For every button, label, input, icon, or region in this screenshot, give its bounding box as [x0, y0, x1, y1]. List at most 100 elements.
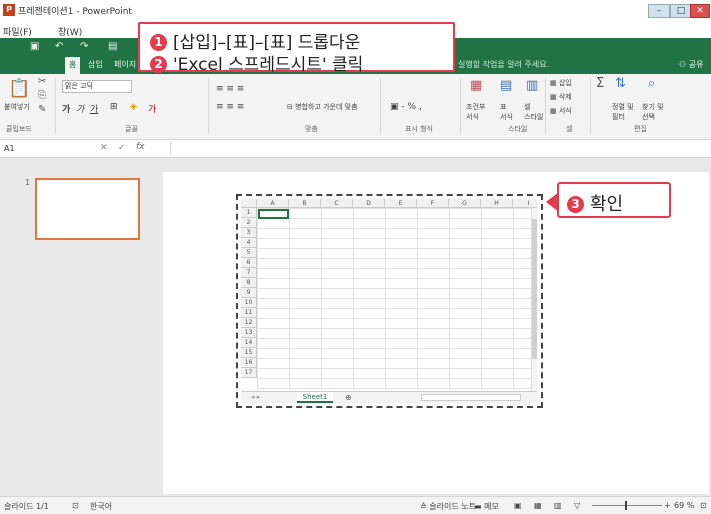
horizontal-scrollbar[interactable] — [421, 394, 521, 401]
row-header[interactable]: 12 — [241, 318, 257, 328]
row-header[interactable]: 10 — [241, 298, 257, 308]
delete-cells-button[interactable]: ▦ 삭제 — [550, 92, 572, 102]
paste-icon[interactable]: 📋 — [8, 78, 30, 99]
copy-icon[interactable]: ⎘ — [38, 90, 46, 101]
table-format-icon[interactable]: ▤ — [500, 78, 512, 93]
redo-icon[interactable]: ↷ — [80, 41, 88, 52]
row-header[interactable]: 7 — [241, 268, 257, 278]
column-header[interactable]: B — [289, 199, 321, 208]
column-header[interactable]: G — [449, 199, 481, 208]
row-header[interactable]: 13 — [241, 328, 257, 338]
cut-icon[interactable]: ✂ — [38, 76, 46, 87]
normal-view-icon[interactable]: ▣ — [514, 501, 522, 510]
row-header[interactable]: 15 — [241, 348, 257, 358]
vertical-scroll-thumb[interactable] — [532, 219, 537, 359]
zoom-level[interactable]: 69 % — [674, 501, 694, 510]
row-header[interactable]: 6 — [241, 258, 257, 268]
autosum-icon[interactable]: Σ — [596, 76, 604, 91]
save-icon[interactable]: ▣ — [30, 41, 39, 52]
fit-slide-icon[interactable]: ⊡ — [700, 501, 707, 510]
sheet-tab-sheet1[interactable]: Sheet1 — [297, 392, 333, 403]
row-header[interactable]: 17 — [241, 368, 257, 378]
name-box[interactable]: A1 — [4, 142, 84, 155]
zoom-slider[interactable] — [592, 505, 662, 506]
paste-label[interactable]: 붙여넣기 — [4, 102, 30, 112]
share-button[interactable]: ⚇ 공유 — [679, 59, 703, 70]
notes-button[interactable]: ≙ 슬라이드 노트 — [420, 501, 476, 512]
align-bottom-icons[interactable]: ≡ ≡ ≡ — [216, 102, 244, 112]
column-header[interactable]: H — [481, 199, 513, 208]
tell-me-box[interactable]: 실행할 작업을 알려 주세요. — [458, 59, 549, 70]
column-header[interactable]: D — [353, 199, 385, 208]
row-header[interactable]: 9 — [241, 288, 257, 298]
language[interactable]: 한국어 — [90, 501, 112, 512]
group-cells: 셀 — [566, 125, 573, 133]
cell-grid[interactable] — [257, 208, 531, 390]
minimize-button[interactable]: – — [648, 4, 670, 18]
row-header[interactable]: 14 — [241, 338, 257, 348]
slide-thumbnail[interactable] — [35, 178, 140, 240]
table-format-label[interactable]: 표 서식 — [500, 102, 513, 122]
present-icon[interactable]: ▤ — [108, 41, 117, 52]
enter-icon[interactable]: ✓ — [118, 143, 126, 153]
italic-icon[interactable]: 가 — [76, 102, 84, 115]
align-icons[interactable]: ≡ ≡ ≡ — [216, 84, 244, 94]
close-button[interactable]: ✕ — [690, 4, 710, 18]
sort-filter-label[interactable]: 정렬 및 필터 — [612, 102, 634, 122]
merge-center-button[interactable]: ⊟ 병합하고 가운데 맞춤 — [287, 102, 358, 112]
conditional-format-icon[interactable]: ▦ — [470, 78, 482, 93]
font-name-select[interactable]: 맑은 고딕 — [62, 80, 132, 93]
find-select-label[interactable]: 찾기 및 선택 — [642, 102, 664, 122]
underline-icon[interactable]: 가 — [90, 102, 98, 115]
row-header[interactable]: 1 — [241, 208, 257, 218]
row-header[interactable]: 5 — [241, 248, 257, 258]
font-color-icon[interactable]: 가 — [148, 102, 156, 115]
column-header[interactable]: I — [513, 199, 537, 208]
fx-icon[interactable]: fx — [136, 142, 145, 152]
row-header[interactable]: 16 — [241, 358, 257, 368]
row-header[interactable]: 4 — [241, 238, 257, 248]
cancel-icon[interactable]: ✕ — [100, 143, 108, 153]
cell-style-icon[interactable]: ▥ — [526, 78, 538, 93]
row-header[interactable]: 11 — [241, 308, 257, 318]
sort-filter-icon[interactable]: ⇅ — [615, 76, 626, 91]
zoom-in-icon[interactable]: + — [664, 501, 671, 510]
share-label: 공유 — [688, 60, 704, 69]
add-sheet-icon[interactable]: ⊕ — [345, 392, 352, 403]
menu-window[interactable]: 창(W) — [58, 25, 82, 38]
tab-page[interactable]: 페이지 — [114, 59, 136, 70]
spellcheck-icon[interactable]: ⊡ — [72, 501, 79, 510]
menu-file[interactable]: 파일(F) — [3, 25, 32, 38]
bold-icon[interactable]: 가 — [62, 102, 70, 115]
tab-home[interactable]: 홈 — [65, 57, 81, 74]
column-header[interactable]: F — [417, 199, 449, 208]
find-select-icon[interactable]: ⌕ — [648, 76, 655, 91]
conditional-format-label[interactable]: 조건부 서식 — [466, 102, 485, 122]
sheet-nav-icons[interactable]: ◂ ▸ — [251, 393, 260, 401]
insert-cells-button[interactable]: ▦ 삽입 — [550, 78, 572, 88]
slideshow-icon[interactable]: ▽ — [574, 501, 580, 510]
slide-sorter-icon[interactable]: ▦ — [534, 501, 542, 510]
column-header[interactable]: E — [385, 199, 417, 208]
format-cells-button[interactable]: ▦ 서식 — [550, 106, 572, 116]
column-header[interactable]: C — [321, 199, 353, 208]
active-cell-a1[interactable] — [258, 209, 289, 219]
maximize-button[interactable]: □ — [670, 4, 692, 18]
tab-insert[interactable]: 삽입 — [88, 59, 103, 70]
row-header[interactable]: 3 — [241, 228, 257, 238]
fill-color-icon[interactable]: ◈ — [130, 102, 137, 112]
format-painter-icon[interactable]: ✎ — [38, 104, 46, 115]
undo-icon[interactable]: ↶ — [55, 41, 63, 52]
reading-view-icon[interactable]: ▥ — [554, 501, 562, 510]
row-header[interactable]: 2 — [241, 218, 257, 228]
cell-style-label[interactable]: 셀 스타일 — [524, 102, 543, 122]
border-icon[interactable]: ⊞ — [110, 102, 118, 112]
zoom-slider-thumb[interactable] — [625, 501, 627, 510]
formula-input[interactable] — [170, 142, 700, 155]
comments-button[interactable]: ▬ 메모 — [474, 501, 499, 512]
embedded-spreadsheet[interactable]: ABCDEFGHI 1 2 3 4 5 6 7 8 9 10 11 12 13 14 15 16 17 ◂ ▸ … — [236, 194, 543, 408]
column-header[interactable]: A — [257, 199, 289, 208]
select-all-corner[interactable] — [241, 199, 257, 208]
row-header[interactable]: 8 — [241, 278, 257, 288]
number-format-icons[interactable]: ▣ - % , — [390, 102, 422, 112]
